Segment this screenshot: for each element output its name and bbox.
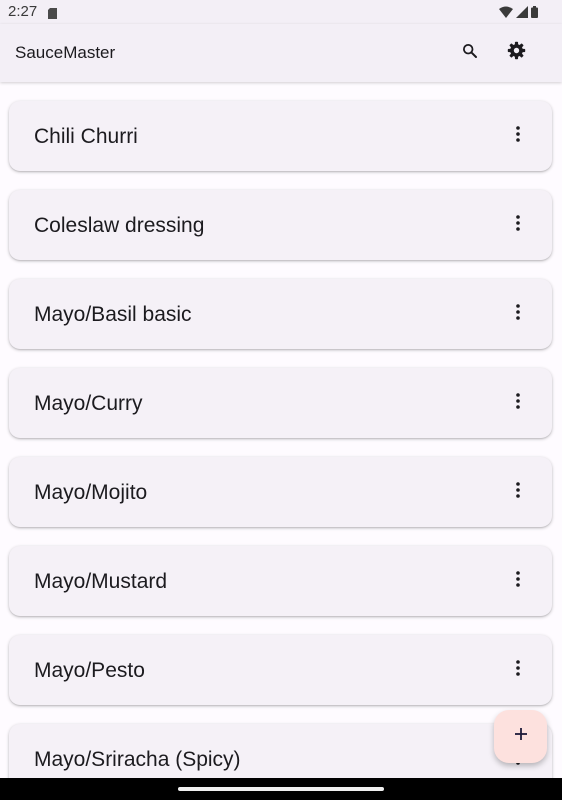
sauce-name: Mayo/Mojito (34, 481, 148, 504)
battery-icon (531, 5, 538, 23)
app-title: SauceMaster (15, 43, 116, 62)
sauce-name: Mayo/Curry (34, 392, 143, 415)
sauce-card[interactable]: Coleslaw dressing (9, 190, 552, 260)
sauce-card[interactable]: Mayo/Pesto (9, 635, 552, 705)
more-options-button[interactable] (506, 390, 530, 416)
more-options-button[interactable] (506, 568, 530, 594)
sauce-name: Coleslaw dressing (34, 214, 205, 237)
navigation-bar (0, 778, 562, 800)
status-icons (499, 5, 538, 23)
sauce-name: Mayo/Pesto (34, 659, 145, 682)
more-options-button[interactable] (506, 479, 530, 505)
sauce-name: Mayo/Mustard (34, 570, 168, 593)
search-button[interactable] (457, 40, 483, 66)
sd-card-icon (48, 6, 57, 19)
gesture-handle[interactable] (178, 787, 384, 791)
status-time: 2:27 (8, 3, 38, 20)
settings-icon (507, 41, 526, 65)
more-vert-icon (516, 659, 520, 681)
status-bar: 2:27 (0, 0, 562, 24)
add-icon (514, 727, 528, 746)
more-vert-icon (516, 481, 520, 503)
sauce-name: Mayo/Sriracha (Spicy) (34, 748, 241, 771)
sauce-card[interactable]: Mayo/Mustard (9, 546, 552, 616)
sauce-card[interactable]: Mayo/Sriracha (Spicy) (9, 724, 552, 778)
sauce-card[interactable]: Mayo/Mojito (9, 457, 552, 527)
sauce-name: Chili Churri (34, 125, 138, 148)
more-vert-icon (516, 392, 520, 414)
settings-button[interactable] (503, 40, 529, 66)
sauce-card[interactable]: Mayo/Curry (9, 368, 552, 438)
search-icon (462, 43, 478, 64)
more-options-button[interactable] (506, 212, 530, 238)
sauce-list: Chili Churri Coleslaw dressing Mayo/Basi… (0, 82, 562, 778)
sauce-name: Mayo/Basil basic (34, 303, 192, 326)
more-vert-icon (516, 214, 520, 236)
sauce-card[interactable]: Mayo/Basil basic (9, 279, 552, 349)
more-options-button[interactable] (506, 301, 530, 327)
more-vert-icon (516, 125, 520, 147)
wifi-icon (499, 5, 513, 23)
more-vert-icon (516, 303, 520, 325)
app-bar: SauceMaster (0, 24, 562, 82)
more-options-button[interactable] (506, 123, 530, 149)
cell-signal-icon (516, 5, 528, 23)
more-options-button[interactable] (506, 657, 530, 683)
more-vert-icon (516, 570, 520, 592)
add-sauce-button[interactable] (494, 710, 547, 763)
sauce-card[interactable]: Chili Churri (9, 101, 552, 171)
